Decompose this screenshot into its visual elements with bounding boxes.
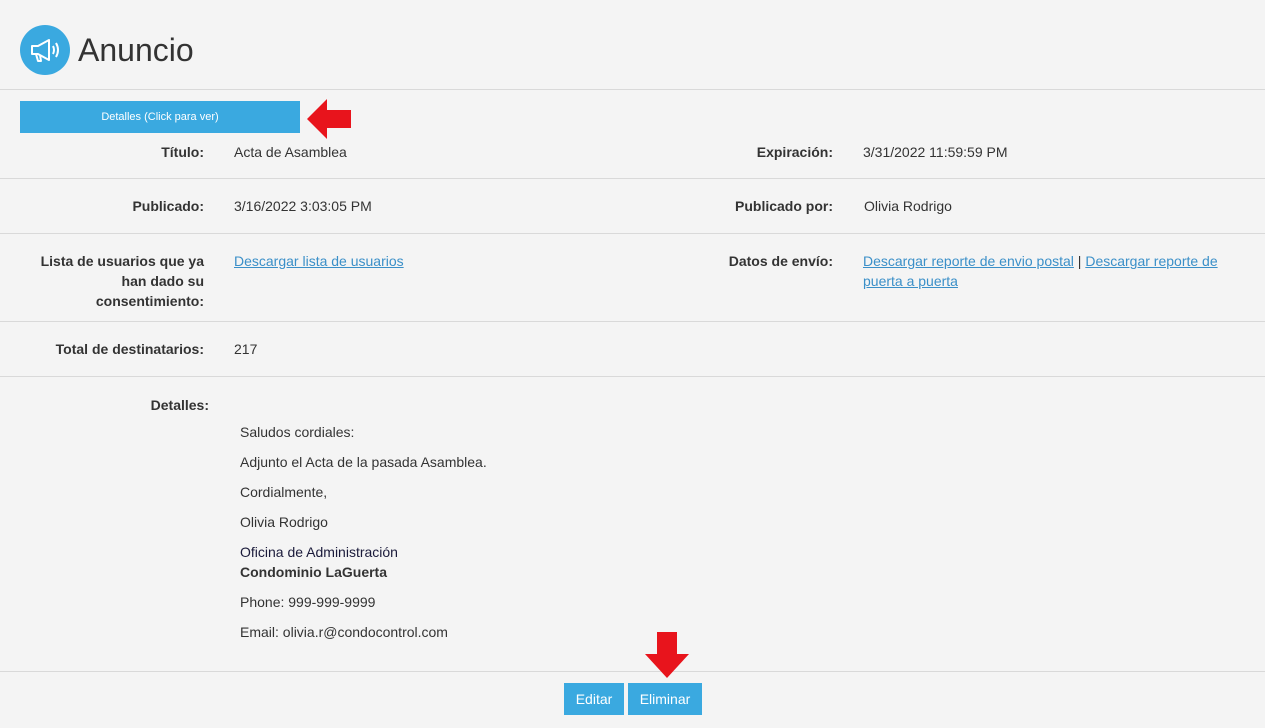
edit-button[interactable]: Editar <box>564 683 624 715</box>
page-title: Anuncio <box>78 32 194 68</box>
message-signature: Olivia Rodrigo <box>240 514 328 530</box>
megaphone-icon <box>20 25 70 75</box>
published-value: 3/16/2022 3:03:05 PM <box>234 198 372 214</box>
details-label: Detalles: <box>150 397 209 413</box>
row-details: Detalles: <box>0 377 1265 672</box>
page-header: Anuncio <box>0 0 1265 90</box>
message-email: Email: olivia.r@condocontrol.com <box>240 624 448 640</box>
row-total: Total de destinatarios: 217 <box>0 322 1265 377</box>
message-closing: Cordialmente, <box>240 484 328 500</box>
row-published: Publicado: 3/16/2022 3:03:05 PM Publicad… <box>0 179 1265 234</box>
download-door-report-link[interactable]: Descargar reporte de <box>1085 253 1217 269</box>
total-label: Total de destinatarios: <box>55 341 204 357</box>
message-text: Adjunto el Acta de la pasada Asamblea. <box>240 454 487 470</box>
consent-label: Lista de usuarios que ya han dado su con… <box>40 253 204 309</box>
message-office: Oficina de Administración <box>240 544 398 560</box>
published-label: Publicado: <box>132 198 204 214</box>
shipping-data-label: Datos de envío: <box>728 253 833 269</box>
published-by-value: Olivia Rodrigo <box>864 198 952 214</box>
download-users-link[interactable]: Descargar lista de usuarios <box>234 253 404 269</box>
message-greeting: Saludos cordiales: <box>240 424 355 440</box>
link-separator: | <box>1077 253 1082 269</box>
expiration-value: 3/31/2022 11:59:59 PM <box>863 144 1008 160</box>
message-condo: Condominio LaGuerta <box>240 564 387 580</box>
download-door-report-link-cont[interactable]: puerta a puerta <box>863 273 958 289</box>
message-phone: Phone: 999-999-9999 <box>240 594 376 610</box>
title-label: Título: <box>161 144 204 160</box>
download-postal-report-link[interactable]: Descargar reporte de envio postal <box>863 253 1074 269</box>
total-value: 217 <box>234 341 258 357</box>
details-toggle-button[interactable]: Detalles (Click para ver) <box>20 101 300 133</box>
row-title: Título: Acta de Asamblea Expiración: 3/3… <box>0 134 1265 179</box>
title-value: Acta de Asamblea <box>234 144 347 160</box>
row-consent: Lista de usuarios que ya han dado su con… <box>0 234 1265 322</box>
published-by-label: Publicado por: <box>735 198 833 214</box>
delete-button[interactable]: Eliminar <box>628 683 702 715</box>
expiration-label: Expiración: <box>756 144 833 160</box>
arrow-down-icon <box>645 632 689 678</box>
